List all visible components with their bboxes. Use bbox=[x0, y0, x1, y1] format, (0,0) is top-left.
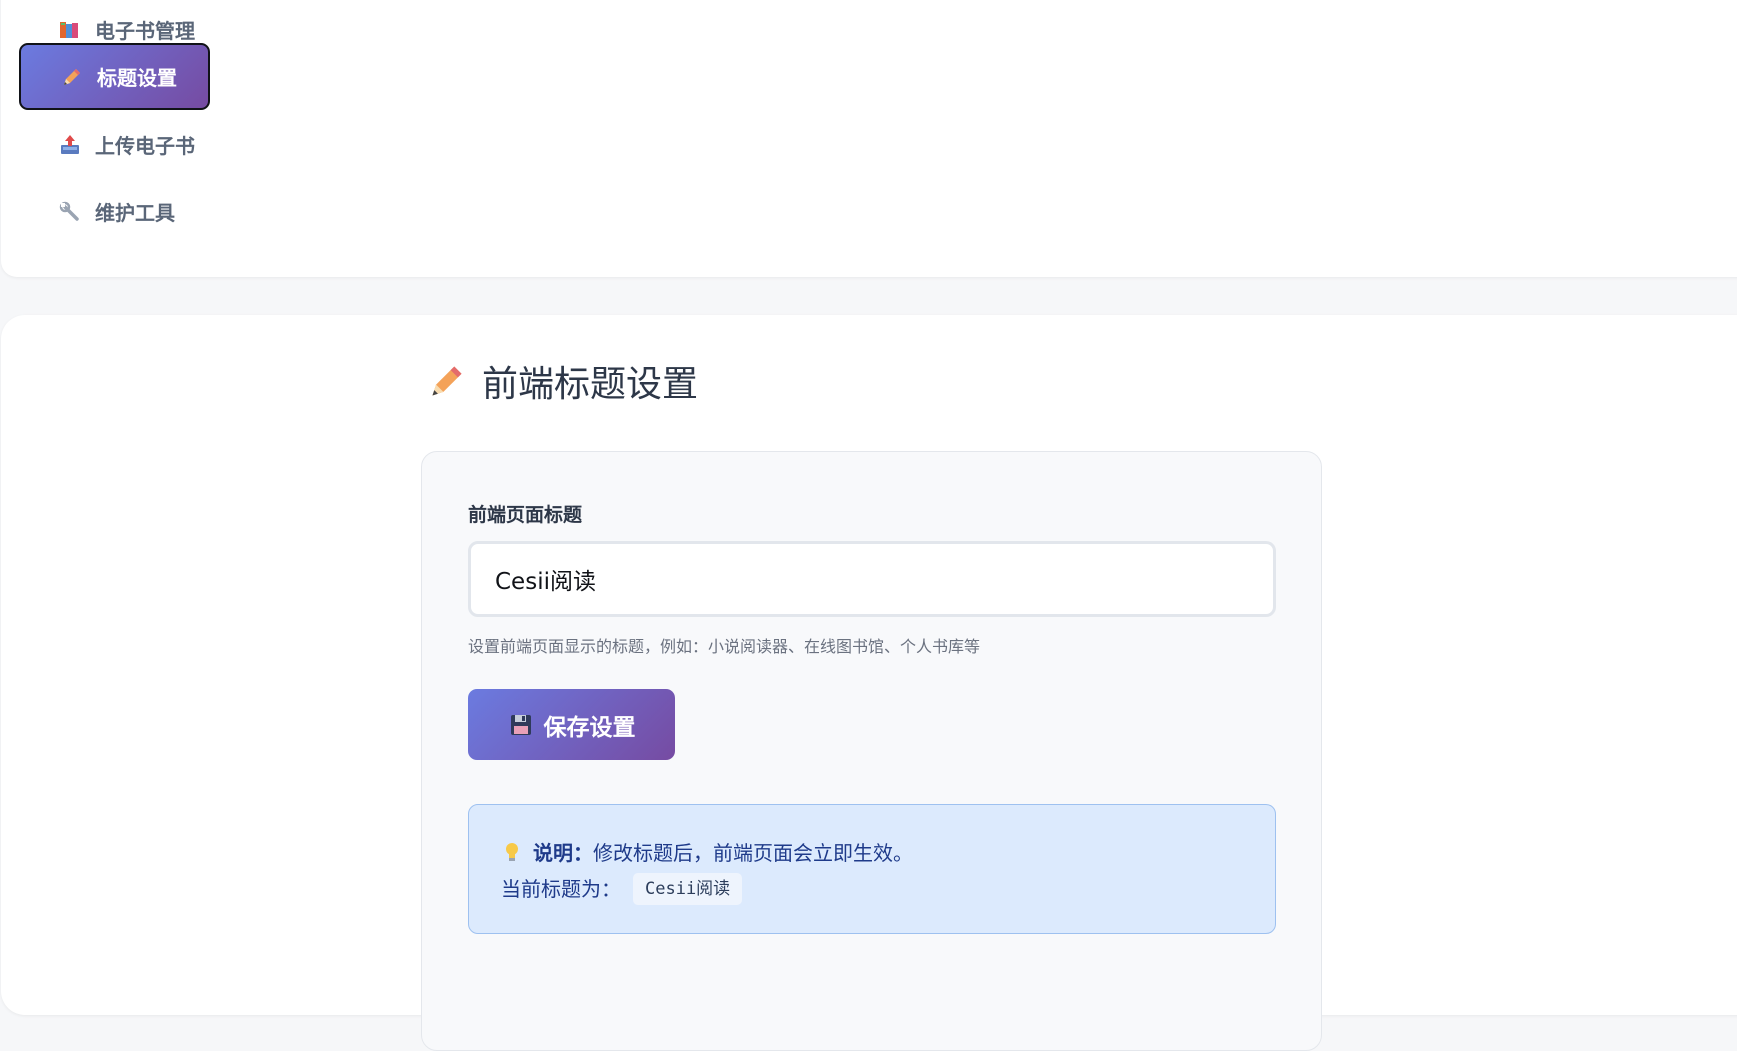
lightbulb-icon bbox=[501, 840, 523, 866]
nav-item-maintenance-tools[interactable]: 维护工具 bbox=[19, 178, 210, 245]
nav-item-label: 标题设置 bbox=[97, 66, 177, 90]
page-title: 前端标题设置 bbox=[426, 355, 698, 407]
current-title-value: Cesii阅读 bbox=[633, 873, 743, 905]
info-strong-label: 说明： bbox=[533, 841, 593, 865]
nav-item-label: 电子书管理 bbox=[95, 19, 195, 43]
nav-item-upload-ebook[interactable]: 上传电子书 bbox=[19, 111, 210, 178]
current-title-label: 当前标题为： bbox=[501, 877, 621, 901]
page-title-text: 前端标题设置 bbox=[482, 364, 699, 405]
info-notice: 说明： 修改标题后，前端页面会立即生效。 当前标题为： Cesii阅读 bbox=[468, 804, 1276, 934]
nav-item-label: 上传电子书 bbox=[95, 134, 195, 158]
title-input[interactable] bbox=[468, 541, 1276, 617]
pencil-icon bbox=[59, 64, 85, 90]
wrench-icon bbox=[57, 199, 83, 225]
top-navigation: 电子书管理 标题设置 上传电子书 维护工具 bbox=[1, 0, 1737, 277]
title-field-label: 前端页面标题 bbox=[468, 504, 583, 526]
info-text: 修改标题后，前端页面会立即生效。 bbox=[593, 841, 913, 865]
floppy-disk-icon bbox=[508, 712, 534, 738]
info-description: 说明： 修改标题后，前端页面会立即生效。 bbox=[501, 835, 1243, 871]
main-content-card: 前端标题设置 前端页面标题 设置前端页面显示的标题，例如：小说阅读器、在线图书馆… bbox=[1, 315, 1737, 1051]
title-settings-form: 前端页面标题 设置前端页面显示的标题，例如：小说阅读器、在线图书馆、个人书库等 … bbox=[421, 451, 1322, 1051]
save-settings-button[interactable]: 保存设置 bbox=[468, 689, 675, 760]
pencil-icon bbox=[426, 360, 468, 402]
current-title-line: 当前标题为： Cesii阅读 bbox=[501, 871, 1243, 907]
nav-item-title-settings[interactable]: 标题设置 bbox=[19, 43, 210, 110]
books-icon bbox=[57, 17, 83, 43]
upload-tray-icon bbox=[57, 132, 83, 158]
save-button-label: 保存设置 bbox=[543, 714, 636, 741]
nav-item-label: 维护工具 bbox=[95, 201, 175, 225]
title-field-hint: 设置前端页面显示的标题，例如：小说阅读器、在线图书馆、个人书库等 bbox=[468, 637, 981, 656]
